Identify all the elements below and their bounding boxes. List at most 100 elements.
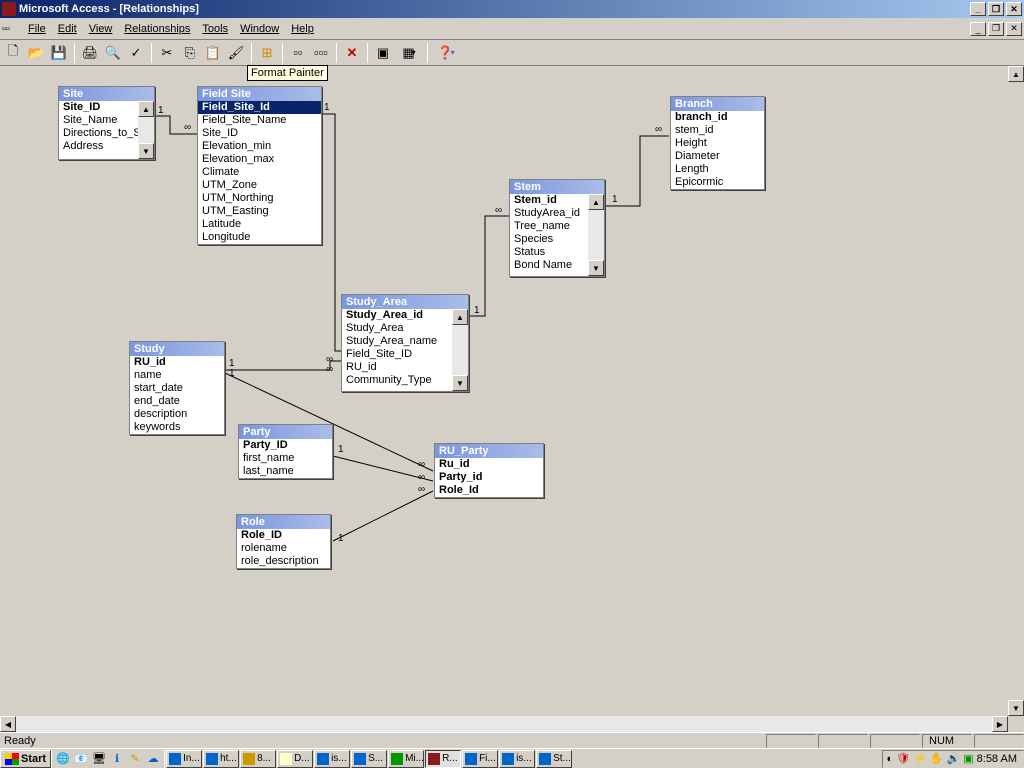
horizontal-scrollbar[interactable]: ◀ ▶ bbox=[0, 716, 1008, 732]
table-title[interactable]: Study bbox=[130, 342, 224, 356]
table-title[interactable]: Study_Area bbox=[342, 295, 468, 309]
field[interactable]: Site_ID bbox=[198, 127, 321, 140]
show-table-button[interactable]: ⊞ bbox=[256, 42, 278, 64]
field[interactable]: UTM_Easting bbox=[198, 205, 321, 218]
table-title[interactable]: Party bbox=[239, 425, 332, 439]
scroll-down-button[interactable]: ▼ bbox=[1008, 700, 1024, 716]
menu-window[interactable]: Window bbox=[234, 21, 285, 37]
mdi-system-icon[interactable]: ▫▫ bbox=[2, 22, 18, 36]
quick-launch-outlook-icon[interactable]: 📧 bbox=[73, 751, 89, 767]
show-direct-relationships-button[interactable]: ▫▫ bbox=[287, 42, 309, 64]
quick-launch-icon[interactable]: ℹ bbox=[109, 751, 125, 767]
taskbar-task[interactable]: D... bbox=[277, 750, 313, 768]
taskbar-task[interactable]: In... bbox=[166, 750, 202, 768]
field[interactable]: stem_id bbox=[671, 124, 764, 137]
table-title[interactable]: Branch bbox=[671, 97, 764, 111]
mdi-minimize-button[interactable]: _ bbox=[970, 22, 986, 36]
print-preview-button[interactable]: 🔍 bbox=[102, 42, 124, 64]
taskbar-task[interactable]: 8... bbox=[240, 750, 276, 768]
field[interactable]: start_date bbox=[130, 382, 224, 395]
scroll-down-button[interactable]: ▼ bbox=[452, 375, 468, 391]
table-title[interactable]: RU_Party bbox=[435, 444, 543, 458]
menu-relationships[interactable]: Relationships bbox=[118, 21, 196, 37]
paste-button[interactable]: 📋 bbox=[202, 42, 224, 64]
field[interactable]: Epicormic bbox=[671, 176, 764, 189]
taskbar-task[interactable]: St... bbox=[536, 750, 572, 768]
menu-file[interactable]: File bbox=[22, 21, 52, 37]
vertical-scrollbar[interactable]: ▲ ▼ bbox=[1008, 66, 1024, 716]
taskbar-task[interactable]: Fi... bbox=[462, 750, 498, 768]
table-party[interactable]: Party Party_ID first_name last_name bbox=[238, 424, 333, 479]
tray-icon[interactable]: ▣ bbox=[963, 752, 973, 765]
scroll-up-button[interactable]: ▲ bbox=[452, 309, 468, 325]
new-button[interactable]: 🗋 bbox=[2, 42, 24, 64]
table-title[interactable]: Stem bbox=[510, 180, 604, 194]
close-button[interactable]: ✕ bbox=[1006, 2, 1022, 16]
field[interactable]: Longitude bbox=[198, 231, 321, 244]
tray-volume-icon[interactable]: 🔊 bbox=[947, 752, 961, 765]
field[interactable]: Party_ID bbox=[239, 439, 332, 452]
table-study[interactable]: Study RU_id name start_date end_date des… bbox=[129, 341, 225, 435]
start-button[interactable]: Start bbox=[0, 750, 51, 768]
restore-button[interactable]: ❐ bbox=[988, 2, 1004, 16]
field[interactable]: keywords bbox=[130, 421, 224, 434]
scroll-down-button[interactable]: ▼ bbox=[138, 143, 154, 159]
menu-tools[interactable]: Tools bbox=[196, 21, 234, 37]
field[interactable]: description bbox=[130, 408, 224, 421]
field[interactable]: Latitude bbox=[198, 218, 321, 231]
taskbar-task[interactable]: is... bbox=[314, 750, 350, 768]
tray-icon[interactable]: ◐ bbox=[887, 753, 894, 765]
scroll-up-button[interactable]: ▲ bbox=[588, 194, 604, 210]
field[interactable]: Study_Area bbox=[342, 322, 468, 335]
cut-button[interactable]: ✂ bbox=[156, 42, 178, 64]
minimize-button[interactable]: _ bbox=[970, 2, 986, 16]
field[interactable]: Role_Id bbox=[435, 484, 543, 497]
table-title[interactable]: Field Site bbox=[198, 87, 321, 101]
scroll-up-button[interactable]: ▲ bbox=[138, 101, 154, 117]
field[interactable]: Field_Site_ID bbox=[342, 348, 468, 361]
tray-icon[interactable]: 🛡 bbox=[896, 752, 910, 765]
field[interactable]: Community_Type bbox=[342, 374, 468, 387]
field[interactable]: Study_Area_id bbox=[342, 309, 468, 322]
open-button[interactable]: 📂 bbox=[25, 42, 47, 64]
taskbar-task[interactable]: ht... bbox=[203, 750, 239, 768]
mdi-close-button[interactable]: ✕ bbox=[1006, 22, 1022, 36]
quick-launch-icon[interactable]: ☁ bbox=[145, 751, 161, 767]
table-ru-party[interactable]: RU_Party Ru_id Party_id Role_Id bbox=[434, 443, 544, 498]
scroll-left-button[interactable]: ◀ bbox=[0, 716, 16, 732]
table-title[interactable]: Role bbox=[237, 515, 330, 529]
field[interactable]: first_name bbox=[239, 452, 332, 465]
table-study-area[interactable]: Study_Area Study_Area_id Study_Area Stud… bbox=[341, 294, 469, 392]
field[interactable]: Ru_id bbox=[435, 458, 543, 471]
scroll-up-button[interactable]: ▲ bbox=[1008, 66, 1024, 82]
menu-edit[interactable]: Edit bbox=[52, 21, 83, 37]
field[interactable]: Party_id bbox=[435, 471, 543, 484]
quick-launch-desktop-icon[interactable]: 🖥 bbox=[91, 751, 107, 767]
field[interactable]: Elevation_max bbox=[198, 153, 321, 166]
spelling-button[interactable]: ✓ bbox=[125, 42, 147, 64]
mdi-restore-button[interactable]: ❐ bbox=[988, 22, 1004, 36]
field[interactable]: Study_Area_name bbox=[342, 335, 468, 348]
field[interactable]: rolename bbox=[237, 542, 330, 555]
field[interactable]: Length bbox=[671, 163, 764, 176]
field[interactable]: name bbox=[130, 369, 224, 382]
table-title[interactable]: Site bbox=[59, 87, 154, 101]
scroll-right-button[interactable]: ▶ bbox=[992, 716, 1008, 732]
new-object-button[interactable]: ▦ bbox=[395, 42, 423, 64]
table-scrollbar[interactable]: ▲ ▼ bbox=[588, 194, 604, 276]
table-branch[interactable]: Branch branch_id stem_id Height Diameter… bbox=[670, 96, 765, 190]
field[interactable]: UTM_Northing bbox=[198, 192, 321, 205]
table-role[interactable]: Role Role_ID rolename role_description bbox=[236, 514, 331, 569]
relationships-canvas[interactable]: 1 ∞ 1 ∞ 1 ∞ 1 ∞ 1 ∞ 1 ∞ 1 ∞ 1 ∞ Site Sit… bbox=[0, 66, 1024, 732]
help-button[interactable]: ❓ bbox=[432, 42, 460, 64]
quick-launch-icon[interactable]: ✎ bbox=[127, 751, 143, 767]
field[interactable]: Field_Site_Name bbox=[198, 114, 321, 127]
taskbar-task[interactable]: S... bbox=[351, 750, 387, 768]
database-window-button[interactable]: ▣ bbox=[372, 42, 394, 64]
field[interactable]: role_description bbox=[237, 555, 330, 568]
table-field-site[interactable]: Field Site Field_Site_Id Field_Site_Name… bbox=[197, 86, 322, 245]
field[interactable]: Field_Site_Id bbox=[198, 101, 321, 114]
taskbar-clock[interactable]: 8:58 AM bbox=[977, 753, 1019, 765]
clear-layout-button[interactable]: ✕ bbox=[341, 42, 363, 64]
field[interactable]: Height bbox=[671, 137, 764, 150]
